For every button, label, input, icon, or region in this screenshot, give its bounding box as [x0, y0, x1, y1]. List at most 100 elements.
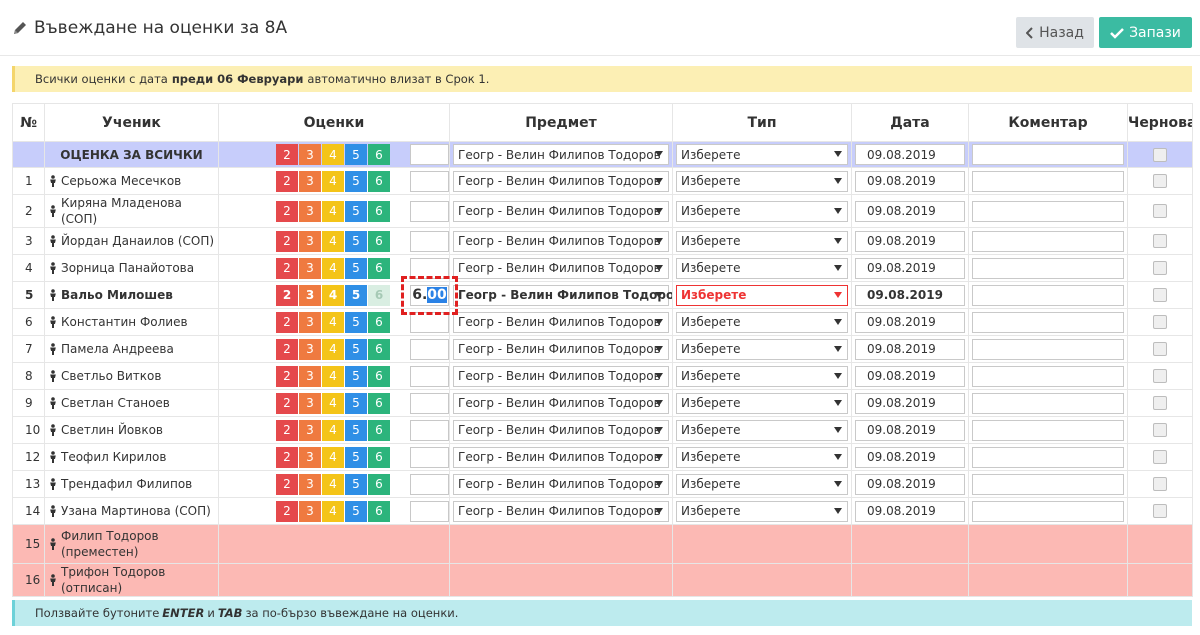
type-select[interactable]: Изберете	[676, 230, 848, 252]
grade-button-5[interactable]: 5	[345, 257, 367, 279]
grade-button-3[interactable]: 3	[299, 200, 321, 222]
grade-button-3[interactable]: 3	[299, 500, 321, 522]
draft-checkbox[interactable]	[1153, 342, 1167, 356]
grade-button-2[interactable]: 2	[276, 257, 298, 279]
grade-button-6[interactable]: 6	[368, 170, 390, 192]
type-select[interactable]: Изберете	[676, 473, 848, 495]
type-select[interactable]: Изберете	[676, 144, 848, 165]
date-input[interactable]: 09.08.2019	[855, 311, 965, 333]
grade-value-input[interactable]	[410, 200, 449, 222]
grade-button-6[interactable]: 6	[368, 338, 390, 360]
draft-checkbox[interactable]	[1153, 423, 1167, 437]
grade-value-input[interactable]	[410, 446, 449, 468]
draft-checkbox[interactable]	[1153, 174, 1167, 188]
comment-input[interactable]	[972, 500, 1124, 522]
subject-select[interactable]: Геогр - Велин Филипов Тодоров	[453, 338, 669, 360]
grade-value-input[interactable]	[410, 230, 449, 252]
grade-button-3[interactable]: 3	[299, 170, 321, 192]
type-select[interactable]: Изберете	[676, 338, 848, 360]
grade-button-3[interactable]: 3	[299, 144, 321, 165]
comment-input[interactable]	[972, 257, 1124, 279]
date-input[interactable]: 09.08.2019	[855, 365, 965, 387]
grade-button-3[interactable]: 3	[299, 338, 321, 360]
grade-button-5[interactable]: 5	[345, 284, 367, 306]
type-select[interactable]: Изберете	[676, 311, 848, 333]
grade-button-5[interactable]: 5	[345, 311, 367, 333]
grade-button-3[interactable]: 3	[299, 473, 321, 495]
grade-button-4[interactable]: 4	[322, 338, 344, 360]
save-button[interactable]: Запази	[1099, 17, 1192, 48]
type-select[interactable]: Изберете	[676, 284, 848, 306]
subject-select[interactable]: Геогр - Велин Филипов Тодоров	[453, 473, 669, 495]
grade-button-4[interactable]: 4	[322, 446, 344, 468]
grade-button-2[interactable]: 2	[276, 365, 298, 387]
grade-button-6[interactable]: 6	[368, 200, 390, 222]
date-input[interactable]: 09.08.2019	[855, 446, 965, 468]
grade-button-2[interactable]: 2	[276, 170, 298, 192]
type-select[interactable]: Изберете	[676, 446, 848, 468]
grade-button-5[interactable]: 5	[345, 170, 367, 192]
draft-checkbox[interactable]	[1153, 315, 1167, 329]
type-select[interactable]: Изберете	[676, 257, 848, 279]
grade-button-3[interactable]: 3	[299, 284, 321, 306]
draft-checkbox[interactable]	[1153, 504, 1167, 518]
date-input[interactable]: 09.08.2019	[855, 500, 965, 522]
grade-button-6[interactable]: 6	[368, 144, 390, 165]
draft-checkbox[interactable]	[1153, 396, 1167, 410]
grade-button-5[interactable]: 5	[345, 144, 367, 165]
grade-button-3[interactable]: 3	[299, 257, 321, 279]
subject-select[interactable]: Геогр - Велин Филипов Тодоров	[453, 257, 669, 279]
grade-button-5[interactable]: 5	[345, 365, 367, 387]
grade-button-6[interactable]: 6	[368, 284, 390, 306]
type-select[interactable]: Изберете	[676, 419, 848, 441]
grade-button-5[interactable]: 5	[345, 200, 367, 222]
grade-button-5[interactable]: 5	[345, 500, 367, 522]
grade-button-2[interactable]: 2	[276, 419, 298, 441]
grade-value-input[interactable]	[410, 338, 449, 360]
grade-button-6[interactable]: 6	[368, 311, 390, 333]
subject-select[interactable]: Геогр - Велин Филипов Тодоров	[453, 365, 669, 387]
comment-input[interactable]	[972, 392, 1124, 414]
date-input[interactable]: 09.08.2019	[855, 170, 965, 192]
grade-button-4[interactable]: 4	[322, 473, 344, 495]
date-input[interactable]: 09.08.2019	[855, 284, 965, 306]
subject-select[interactable]: Геогр - Велин Филипов Тодоров	[453, 230, 669, 252]
grade-button-3[interactable]: 3	[299, 419, 321, 441]
subject-select[interactable]: Геогр - Велин Филипов Тодоров	[453, 500, 669, 522]
grade-value-input[interactable]	[410, 311, 449, 333]
comment-input[interactable]	[972, 284, 1124, 306]
grade-button-6[interactable]: 6	[368, 230, 390, 252]
type-select[interactable]: Изберете	[676, 200, 848, 222]
grade-button-6[interactable]: 6	[368, 419, 390, 441]
grade-button-2[interactable]: 2	[276, 392, 298, 414]
grade-value-input[interactable]	[410, 144, 449, 165]
back-button[interactable]: Назад	[1016, 17, 1094, 48]
grade-button-2[interactable]: 2	[276, 230, 298, 252]
grade-button-6[interactable]: 6	[368, 473, 390, 495]
subject-select[interactable]: Геогр - Велин Филипов Тодоров	[453, 284, 672, 306]
grade-button-3[interactable]: 3	[299, 392, 321, 414]
grade-button-3[interactable]: 3	[299, 230, 321, 252]
comment-input[interactable]	[972, 144, 1124, 165]
grade-button-4[interactable]: 4	[322, 284, 344, 306]
grade-button-2[interactable]: 2	[276, 284, 298, 306]
grade-value-input[interactable]	[410, 392, 449, 414]
grade-button-4[interactable]: 4	[322, 170, 344, 192]
grade-button-5[interactable]: 5	[345, 230, 367, 252]
draft-checkbox[interactable]	[1153, 450, 1167, 464]
comment-input[interactable]	[972, 446, 1124, 468]
grade-button-6[interactable]: 6	[368, 257, 390, 279]
date-input[interactable]: 09.08.2019	[855, 257, 965, 279]
grade-button-2[interactable]: 2	[276, 446, 298, 468]
draft-checkbox[interactable]	[1153, 369, 1167, 383]
grade-button-5[interactable]: 5	[345, 392, 367, 414]
comment-input[interactable]	[972, 311, 1124, 333]
comment-input[interactable]	[972, 473, 1124, 495]
grade-value-input[interactable]	[410, 473, 449, 495]
type-select[interactable]: Изберете	[676, 170, 848, 192]
grade-button-3[interactable]: 3	[299, 446, 321, 468]
date-input[interactable]: 09.08.2019	[855, 419, 965, 441]
grade-button-3[interactable]: 3	[299, 311, 321, 333]
date-input[interactable]: 09.08.2019	[855, 200, 965, 222]
grade-button-6[interactable]: 6	[368, 392, 390, 414]
